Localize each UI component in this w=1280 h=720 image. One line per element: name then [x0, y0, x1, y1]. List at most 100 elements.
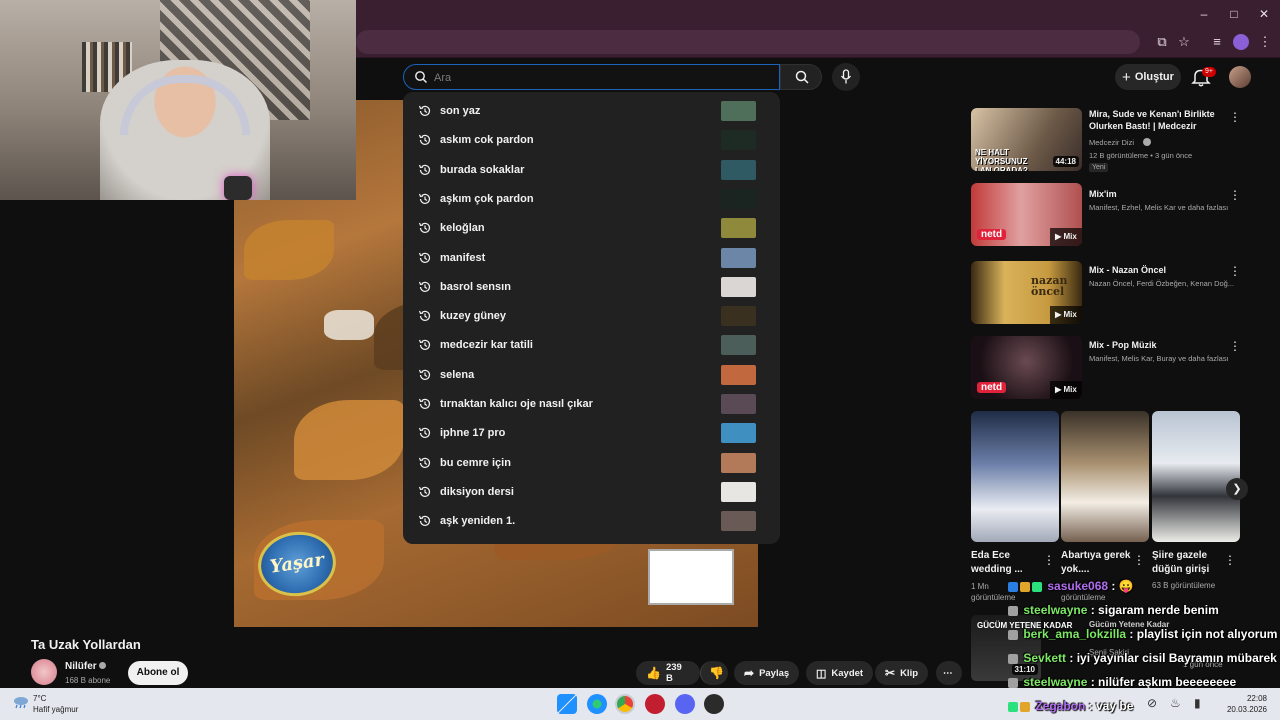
volume-icon[interactable]: ♨	[1170, 696, 1181, 710]
channel-avatar[interactable]	[31, 659, 57, 685]
recommendation-item[interactable]: NE HALT YİYORSUNUZ LAN ORADA? 44:18 Mira…	[971, 108, 1241, 178]
search-suggestion[interactable]: kuzey güney	[403, 302, 780, 331]
player-white-box	[648, 549, 734, 605]
video-title[interactable]: Mira, Sude ve Kenan'ı Birlikte Olurken B…	[1089, 108, 1219, 132]
verified-icon	[1143, 138, 1151, 146]
search-suggestion[interactable]: askım cok pardon	[403, 126, 780, 155]
short-title[interactable]: Abartıya gerek yok....	[1061, 549, 1131, 577]
more-options-icon[interactable]: ⋮	[1229, 110, 1241, 124]
media-controls-icon[interactable]: ≡	[1209, 34, 1225, 50]
clock-date[interactable]: 20.03.2026	[1221, 705, 1267, 714]
address-bar[interactable]	[356, 30, 1140, 54]
more-actions-button[interactable]: ⋯	[936, 661, 962, 685]
history-icon	[418, 135, 431, 146]
bookmark-star-icon[interactable]: ☆	[1176, 34, 1192, 50]
suggestion-text: kuzey güney	[440, 310, 507, 323]
suggestion-thumbnail	[721, 335, 756, 356]
video-thumbnail[interactable]: GÜCÜM YETENE KADAR 31:10	[971, 615, 1072, 681]
short-title[interactable]: Eda Ece wedding ...	[971, 549, 1041, 577]
search-suggestion[interactable]: son yaz	[403, 97, 780, 126]
search-input[interactable]	[434, 69, 734, 87]
search-icon	[795, 70, 809, 84]
subscribe-button[interactable]: Abone ol	[128, 661, 188, 685]
search-suggestion[interactable]: iphne 17 pro	[403, 419, 780, 448]
chat-username[interactable]: Zegabon	[1035, 699, 1085, 713]
chat-username[interactable]: sasuke068	[1047, 579, 1108, 593]
suggestion-text: askım cok pardon	[440, 134, 534, 147]
search-box[interactable]	[403, 64, 780, 90]
bookmark-icon: ◫	[816, 667, 827, 680]
search-suggestion[interactable]: aşk yeniden 1.	[403, 507, 780, 536]
more-options-icon[interactable]: ⋮	[1229, 188, 1241, 202]
video-title[interactable]: Mix - Pop Müzik	[1089, 339, 1219, 351]
suggestion-thumbnail	[721, 511, 756, 532]
chevron-right-icon[interactable]: ❯	[1226, 478, 1248, 500]
search-suggestion[interactable]: manifest	[403, 244, 780, 273]
history-icon	[418, 398, 431, 409]
more-options-icon[interactable]: ⋮	[1043, 553, 1055, 567]
plus-icon: +	[1122, 68, 1131, 86]
recommendation-item[interactable]: netd ▶ Mix Mix - Pop Müzik Manifest, Mel…	[971, 336, 1241, 406]
chat-username[interactable]: steelwayne	[1023, 675, 1087, 689]
channel-name[interactable]: Nilüfer	[65, 661, 107, 672]
channel-name[interactable]: Medcezir Dizi	[1089, 138, 1239, 147]
more-options-icon[interactable]: ⋮	[1224, 553, 1236, 567]
network-icon[interactable]: ⊘	[1147, 696, 1157, 710]
chrome-icon[interactable]	[615, 694, 635, 714]
discord-icon[interactable]	[675, 694, 695, 714]
edge-browser-icon[interactable]	[587, 694, 607, 714]
more-options-icon[interactable]: ⋮	[1229, 264, 1241, 278]
chat-username[interactable]: berk_ama_lokzilla	[1023, 627, 1126, 641]
subscriber-count: 168 B abone	[65, 676, 111, 685]
browser-menu-icon[interactable]: ⋮	[1257, 34, 1273, 50]
search-button[interactable]	[780, 64, 822, 90]
suggestion-text: diksiyon dersi	[440, 485, 514, 498]
suggestion-thumbnail	[721, 452, 756, 473]
search-suggestion[interactable]: selena	[403, 361, 780, 390]
account-avatar[interactable]	[1229, 66, 1251, 88]
video-title[interactable]: Mix'im	[1089, 188, 1219, 200]
search-suggestion[interactable]: basrol sensın	[403, 273, 780, 302]
search-suggestion[interactable]: medcezir kar tatili	[403, 331, 780, 360]
install-app-icon[interactable]: ⧉	[1154, 34, 1170, 50]
suggestion-text: tırnaktan kalıcı oje nasıl çıkar	[440, 398, 593, 410]
chat-username[interactable]: Sevkett	[1023, 651, 1066, 665]
search-suggestion[interactable]: aşkım çok pardon	[403, 185, 780, 214]
like-button[interactable]: 👍 239 B	[636, 661, 700, 685]
search-suggestion[interactable]: bu cemre için	[403, 449, 780, 478]
share-button[interactable]: ➦ Paylaş	[734, 661, 800, 685]
app-icon[interactable]	[645, 694, 665, 714]
battery-icon[interactable]: ▮	[1194, 696, 1201, 710]
windows-start-icon[interactable]	[557, 694, 577, 714]
maximize-icon[interactable]: □	[1226, 6, 1242, 22]
short-thumbnail[interactable]	[1152, 411, 1240, 542]
profile-icon[interactable]	[1233, 34, 1249, 50]
obs-icon[interactable]	[704, 694, 724, 714]
chat-message: sasuke068 : 😛	[1008, 579, 1134, 593]
short-thumbnail[interactable]	[1061, 411, 1149, 542]
recommendation-item[interactable]: nazan öncel ▶ Mix Mix - Nazan Öncel Naza…	[971, 261, 1241, 331]
search-suggestion[interactable]: burada sokaklar	[403, 156, 780, 185]
suggestion-text: keloğlan	[440, 222, 485, 235]
short-title[interactable]: Şiire gazele düğün girişi	[1152, 549, 1222, 577]
suggestion-text: son yaz	[440, 105, 481, 117]
save-button[interactable]: ◫ Kaydet	[806, 661, 874, 685]
recommendation-item[interactable]: netd ▶ Mix Mix'im Manifest, Ezhel, Melis…	[971, 183, 1241, 253]
search-suggestion[interactable]: keloğlan	[403, 214, 780, 243]
clip-button[interactable]: ✂ Klip	[875, 661, 929, 685]
voice-search-button[interactable]	[832, 63, 860, 91]
suggestion-text: bu cemre için	[440, 456, 511, 469]
close-icon[interactable]: ✕	[1256, 6, 1272, 22]
search-suggestion[interactable]: tırnaktan kalıcı oje nasıl çıkar	[403, 390, 780, 419]
video-title[interactable]: Mix - Nazan Öncel	[1089, 264, 1219, 276]
create-button[interactable]: + Oluştur	[1115, 64, 1181, 90]
dislike-button[interactable]: 👎	[700, 661, 728, 685]
short-thumbnail[interactable]	[971, 411, 1059, 542]
clock-time[interactable]: 22:08	[1221, 694, 1267, 703]
search-suggestion[interactable]: diksiyon dersi	[403, 478, 780, 507]
more-options-icon[interactable]: ⋮	[1133, 553, 1145, 567]
more-options-icon[interactable]: ⋮	[1229, 339, 1241, 353]
minimize-icon[interactable]: –	[1196, 6, 1212, 22]
short-views: görüntüleme	[1061, 593, 1106, 602]
chat-username[interactable]: steelwayne	[1023, 603, 1087, 617]
